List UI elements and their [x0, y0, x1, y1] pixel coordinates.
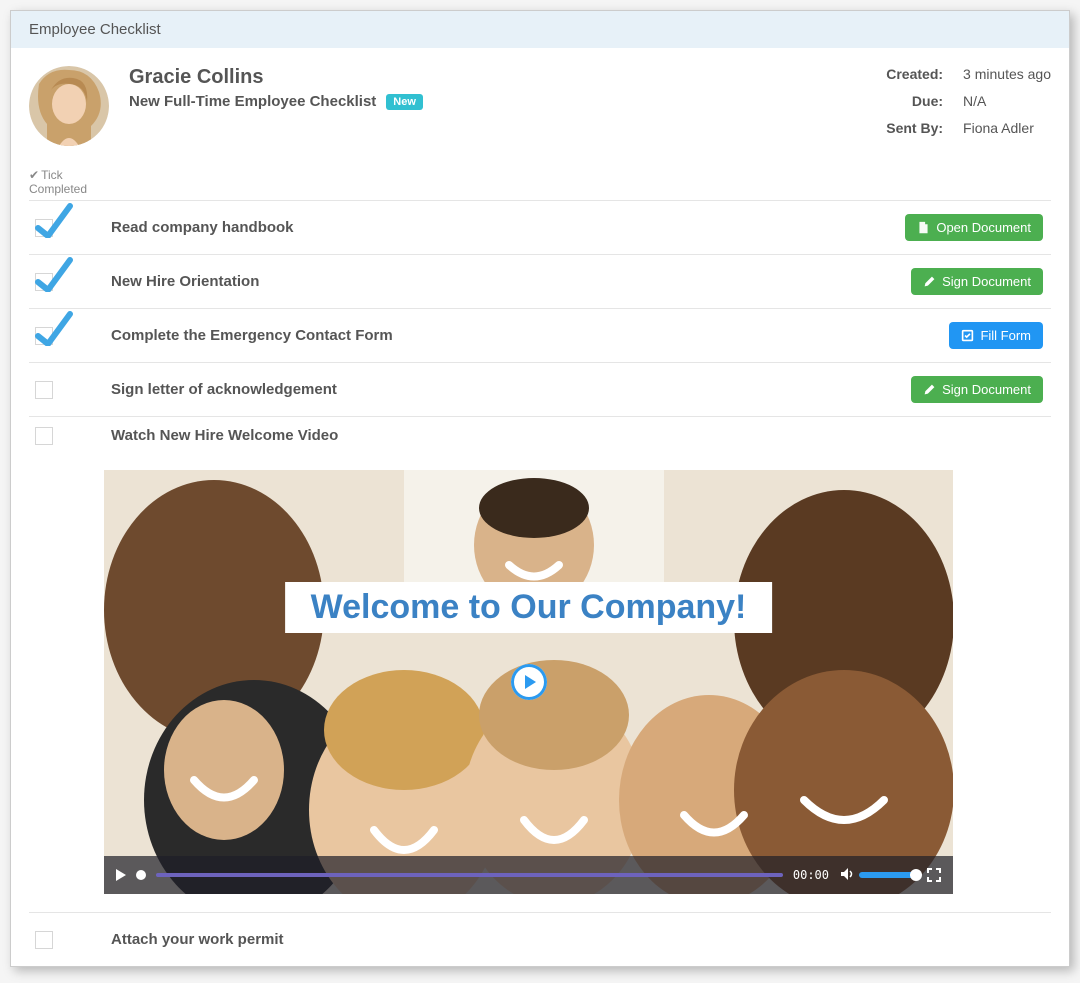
employee-name: Gracie Collins: [129, 66, 423, 89]
created-label: Created:: [886, 66, 943, 92]
check-icon: ✔: [29, 168, 39, 182]
avatar: [29, 66, 109, 146]
checklist-item: Sign letter of acknowledgement Sign Docu…: [29, 362, 1051, 416]
speaker-icon[interactable]: [839, 866, 855, 885]
video-progress-track[interactable]: [156, 873, 783, 877]
item-title: New Hire Orientation: [111, 273, 893, 290]
video-play-button[interactable]: [116, 869, 126, 881]
video-scrubber-handle[interactable]: [136, 870, 146, 880]
video-title-overlay: Welcome to Our Company!: [285, 582, 773, 633]
panel-title: Employee Checklist: [29, 21, 161, 38]
new-badge: New: [386, 94, 423, 110]
due-label: Due:: [886, 93, 943, 119]
fullscreen-icon[interactable]: [927, 868, 941, 882]
play-icon[interactable]: [511, 664, 547, 700]
video-title: Welcome to Our Company!: [311, 588, 747, 626]
item-title: Complete the Emergency Contact Form: [111, 327, 931, 344]
sentby-label: Sent By:: [886, 120, 943, 146]
form-icon: [961, 329, 974, 342]
checkmark-icon: [34, 306, 74, 346]
fill-form-button[interactable]: Fill Form: [949, 322, 1043, 349]
checklist-item: New Hire Orientation Sign Document: [29, 254, 1051, 308]
item-title: Read company handbook: [111, 219, 887, 236]
checklist-item: Attach your work permit: [29, 912, 1051, 966]
meta-block: Created: 3 minutes ago Due: N/A Sent By:…: [886, 66, 1051, 146]
sentby-value: Fiona Adler: [963, 120, 1051, 146]
item-title: Sign letter of acknowledgement: [111, 381, 893, 398]
pencil-icon: [923, 383, 936, 396]
checklist-item: Complete the Emergency Contact Form Fill…: [29, 308, 1051, 362]
open-document-button[interactable]: Open Document: [905, 214, 1043, 241]
item-title: Attach your work permit: [111, 931, 1051, 948]
video-time: 00:00: [793, 868, 829, 882]
checkbox[interactable]: [35, 327, 53, 345]
checkmark-icon: [34, 198, 74, 238]
created-value: 3 minutes ago: [963, 66, 1051, 92]
sign-document-button[interactable]: Sign Document: [911, 376, 1043, 403]
checkbox[interactable]: [35, 381, 53, 399]
video-controls: 00:00: [104, 856, 953, 894]
checklist-item: Read company handbook Open Document: [29, 200, 1051, 254]
volume-slider[interactable]: [859, 872, 917, 878]
checklist: Read company handbook Open Document New …: [29, 200, 1051, 966]
profile-row: Gracie Collins New Full-Time Employee Ch…: [29, 66, 1051, 146]
checkbox[interactable]: [35, 931, 53, 949]
checklist-title: New Full-Time Employee Checklist: [129, 93, 376, 110]
due-value: N/A: [963, 93, 1051, 119]
checkbox[interactable]: [35, 427, 53, 445]
tick-column-header: ✔Tick Completed: [29, 168, 1051, 196]
item-title: Watch New Hire Welcome Video: [111, 427, 1051, 444]
file-icon: [917, 221, 930, 234]
checkmark-icon: [34, 252, 74, 292]
pencil-icon: [923, 275, 936, 288]
checklist-panel: Employee Checklist: [10, 10, 1070, 967]
checkbox[interactable]: [35, 219, 53, 237]
checklist-item: Watch New Hire Welcome Video: [29, 416, 1051, 470]
video-thumbnail[interactable]: Welcome to Our Company! 00:00: [104, 470, 953, 894]
checkbox[interactable]: [35, 273, 53, 291]
video-container: Welcome to Our Company! 00:00: [104, 470, 953, 894]
panel-header: Employee Checklist: [11, 11, 1069, 48]
sign-document-button[interactable]: Sign Document: [911, 268, 1043, 295]
